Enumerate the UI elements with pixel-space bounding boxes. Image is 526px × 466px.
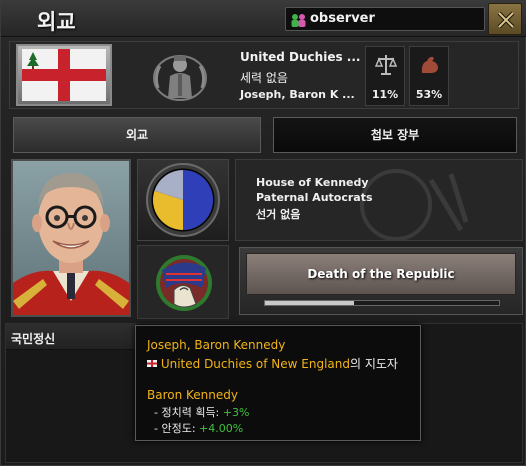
diplomacy-window: 외교 observer United Duchies ... 세력 없음 Jos… (0, 0, 526, 466)
tooltip-effect-political-power: - 정치력 획득: +3% (154, 404, 249, 420)
window-title: 외교 (37, 10, 76, 34)
observer-label: observer (310, 11, 375, 26)
effect2-value: +4.00% (199, 422, 244, 435)
focus-progress-bar (264, 300, 500, 306)
national-spirit-slot[interactable] (137, 245, 229, 319)
national-focus[interactable]: Death of the Republic (239, 247, 523, 315)
tooltip-leader-of-suffix: 의 지도자 (350, 357, 398, 371)
political-power-stat[interactable]: 11% (365, 46, 405, 106)
focus-progress-fill (265, 301, 354, 305)
effect1-label: - 정치력 획득: (154, 406, 223, 419)
war-support-value: 53% (415, 88, 443, 101)
flexed-arm-icon (419, 53, 441, 81)
ruling-party-panel[interactable]: House of Kennedy Paternal Autocrats 선거 없… (235, 159, 523, 241)
balance-scale-icon (374, 53, 398, 81)
effect2-label: - 안정도: (154, 422, 200, 435)
leader-tooltip: Joseph, Baron Kennedy United Duchies of … (135, 325, 421, 441)
leader-portrait-image (13, 161, 129, 315)
new-england-flag-icon (22, 49, 106, 101)
observer-selector[interactable]: observer (285, 7, 485, 31)
party-ideology: Paternal Autocrats (256, 191, 373, 204)
national-spirits-header: 국민정신 (6, 324, 136, 350)
close-button[interactable] (488, 3, 522, 35)
ideology-pie-chart (146, 163, 220, 237)
tooltip-leader-of-line: United Duchies of New England의 지도자 (147, 355, 398, 372)
political-power-value: 11% (371, 88, 399, 101)
faction-status: 세력 없음 (240, 71, 288, 85)
leader-portrait[interactable] (11, 159, 131, 317)
seized-flag-spirit-icon (156, 255, 212, 311)
country-name: United Duchies ... (240, 50, 361, 64)
national-spirits-label: 국민정신 (11, 332, 56, 346)
effect1-value: +3% (222, 406, 250, 419)
ideology-popularity[interactable] (137, 159, 229, 241)
party-name: House of Kennedy (256, 176, 369, 189)
players-icon (290, 12, 308, 28)
tab-diplomacy[interactable]: 외교 (13, 117, 261, 153)
title-bar: 외교 observer (1, 1, 526, 37)
leader-name-short: Joseph, Baron K ... (240, 88, 355, 101)
war-support-stat[interactable]: 53% (409, 46, 449, 106)
high-command-icon[interactable] (150, 48, 210, 104)
tooltip-effect-stability: - 안정도: +4.00% (154, 420, 243, 436)
tab-intelligence-ledger[interactable]: 첩보 장부 (273, 117, 517, 153)
close-icon (497, 11, 515, 29)
tooltip-country-name: United Duchies of New England (160, 357, 350, 371)
tooltip-leader-name: Joseph, Baron Kennedy (147, 338, 286, 352)
focus-name: Death of the Republic (307, 267, 455, 281)
tooltip-trait-name: Baron Kennedy (147, 388, 238, 402)
country-header: United Duchies ... 세력 없음 Joseph, Baron K… (9, 41, 519, 109)
country-flag[interactable] (16, 44, 112, 106)
focus-banner: Death of the Republic (246, 253, 516, 295)
election-status: 선거 없음 (256, 208, 301, 221)
small-flag-icon (147, 360, 157, 367)
